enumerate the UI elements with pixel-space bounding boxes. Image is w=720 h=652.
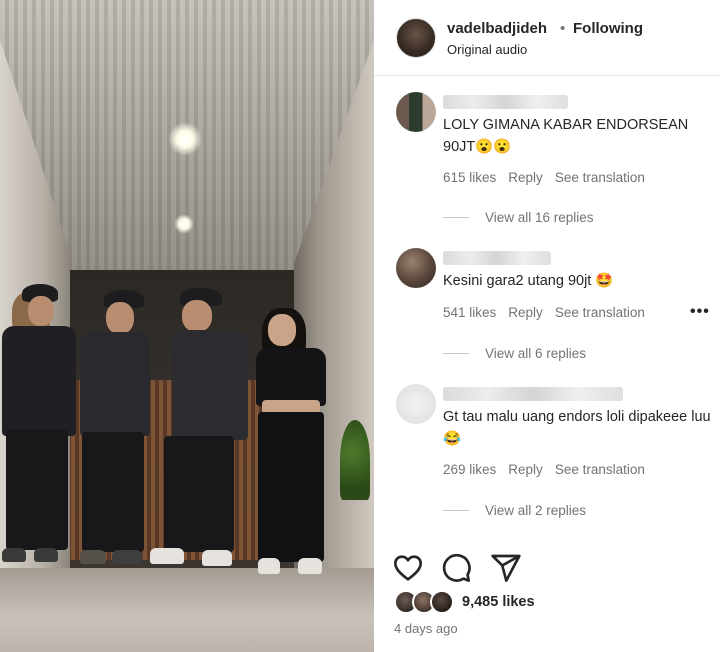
view-replies[interactable]: View all 2 replies: [443, 503, 586, 518]
comments-panel: vadelbadjideh • Following Original audio…: [374, 0, 720, 652]
floor: [0, 568, 374, 652]
comment-likes[interactable]: 269 likes: [443, 462, 496, 477]
view-replies[interactable]: View all 6 replies: [443, 346, 586, 361]
replies-line: [443, 217, 469, 218]
commenter-avatar[interactable]: [396, 248, 436, 288]
person: [242, 308, 332, 580]
commenter-avatar[interactable]: [396, 92, 436, 132]
ceiling-light: [168, 122, 202, 156]
speech-bubble-icon[interactable]: [440, 552, 472, 584]
reply-button[interactable]: Reply: [508, 170, 543, 185]
see-translation-link[interactable]: See translation: [555, 170, 645, 185]
comment-meta: 269 likes Reply See translation: [443, 462, 645, 477]
post-photo[interactable]: [0, 0, 374, 652]
comment-likes[interactable]: 615 likes: [443, 170, 496, 185]
plant: [340, 420, 370, 500]
liker-avatars[interactable]: [394, 590, 464, 616]
commenter-name-blurred: [443, 387, 623, 401]
see-translation-link[interactable]: See translation: [555, 305, 645, 320]
comment-text: Kesini gara2 utang 90jt 🤩: [443, 273, 614, 289]
view-replies-label: View all 2 replies: [485, 503, 587, 518]
person: [150, 286, 250, 580]
post-date: 4 days ago: [394, 621, 458, 636]
commenter-name-blurred: [443, 95, 568, 109]
view-replies[interactable]: View all 16 replies: [443, 210, 594, 225]
view-replies-label: View all 6 replies: [485, 346, 587, 361]
commenter-name-blurred: [443, 251, 551, 265]
person: [0, 280, 80, 580]
person: [76, 288, 156, 580]
post-likes-count[interactable]: 9,485 likes: [462, 594, 535, 610]
author-avatar[interactable]: [396, 18, 436, 58]
reply-button[interactable]: Reply: [508, 305, 543, 320]
comment: LOLY GIMANA KABAR ENDORSEAN 90JT😮😮 615 l…: [374, 88, 720, 238]
heart-icon[interactable]: [392, 552, 424, 584]
ceiling-light: [174, 214, 194, 234]
replies-line: [443, 353, 469, 354]
more-options-icon[interactable]: •••: [690, 303, 710, 321]
comment-likes[interactable]: 541 likes: [443, 305, 496, 320]
comment: Kesini gara2 utang 90jt 🤩 541 likes Repl…: [374, 240, 720, 372]
following-button[interactable]: Following: [573, 20, 643, 37]
comment-text: LOLY GIMANA KABAR ENDORSEAN 90JT😮😮: [443, 117, 689, 155]
comment-text: Gt tau malu uang endors loli dipakeee lu…: [443, 409, 711, 447]
audio-link[interactable]: Original audio: [447, 42, 527, 57]
avatar: [430, 590, 454, 614]
comment: Gt tau malu uang endors loli dipakeee lu…: [374, 378, 720, 528]
reply-button[interactable]: Reply: [508, 462, 543, 477]
author-username[interactable]: vadelbadjideh: [447, 20, 547, 37]
post-header: vadelbadjideh • Following Original audio: [374, 0, 720, 76]
view-replies-label: View all 16 replies: [485, 210, 594, 225]
comment-meta: 615 likes Reply See translation: [443, 170, 645, 185]
see-translation-link[interactable]: See translation: [555, 462, 645, 477]
comment-meta: 541 likes Reply See translation: [443, 305, 645, 320]
replies-line: [443, 510, 469, 511]
commenter-avatar[interactable]: [396, 384, 436, 424]
header-separator: •: [560, 20, 566, 37]
paper-plane-icon[interactable]: [490, 552, 522, 584]
